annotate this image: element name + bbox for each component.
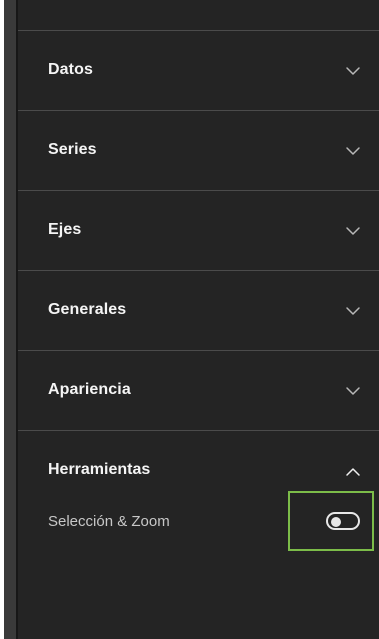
app-frame: Datos Series Ejes Generales Apariencia H… bbox=[0, 0, 379, 639]
section-series-label: Series bbox=[48, 141, 97, 158]
chevron-down-icon[interactable] bbox=[345, 143, 361, 159]
section-datos[interactable]: Datos bbox=[18, 31, 379, 111]
section-generales-label: Generales bbox=[48, 301, 127, 318]
chevron-down-icon[interactable] bbox=[345, 223, 361, 239]
section-herramientas-label: Herramientas bbox=[48, 461, 151, 478]
selection-zoom-toggle[interactable] bbox=[326, 512, 360, 530]
toggle-knob bbox=[331, 517, 341, 527]
section-herramientas: Herramientas Selección & Zoom bbox=[18, 431, 379, 591]
section-ejes[interactable]: Ejes bbox=[18, 191, 379, 271]
section-series[interactable]: Series bbox=[18, 111, 379, 191]
section-generales[interactable]: Generales bbox=[18, 271, 379, 351]
section-ejes-label: Ejes bbox=[48, 221, 82, 238]
chevron-down-icon[interactable] bbox=[345, 383, 361, 399]
left-rail bbox=[4, 0, 16, 639]
selection-zoom-row: Selección & Zoom bbox=[18, 491, 379, 551]
section-apariencia-label: Apariencia bbox=[48, 381, 131, 398]
chevron-down-icon[interactable] bbox=[345, 63, 361, 79]
panel-top-strip bbox=[18, 0, 379, 31]
selection-zoom-label: Selección & Zoom bbox=[48, 513, 170, 530]
chevron-up-icon[interactable] bbox=[345, 464, 361, 480]
chart-settings-panel: Datos Series Ejes Generales Apariencia H… bbox=[18, 0, 379, 639]
section-datos-label: Datos bbox=[48, 61, 93, 78]
chevron-down-icon[interactable] bbox=[345, 303, 361, 319]
section-apariencia[interactable]: Apariencia bbox=[18, 351, 379, 431]
selection-zoom-highlight bbox=[288, 491, 374, 551]
